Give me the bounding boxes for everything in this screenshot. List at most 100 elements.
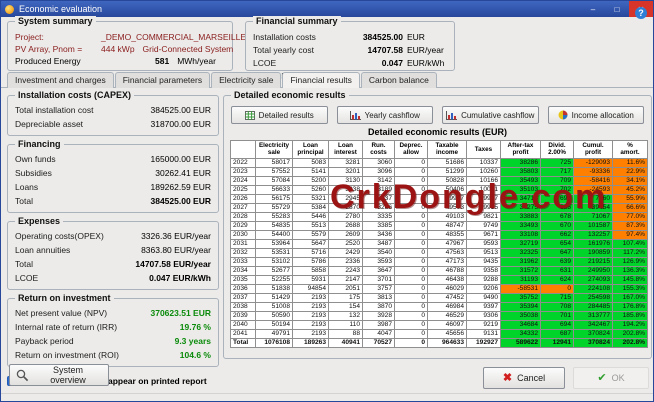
field-row-depreciable-asset: Depreciable asset318700.00 EUR: [15, 119, 211, 129]
cumulative-cashflow-button[interactable]: Cumulative cashflow: [442, 106, 539, 124]
cell: Total: [231, 338, 256, 347]
cell: 2040: [231, 320, 256, 329]
field-row-total: Total384525.00 EUR: [15, 196, 211, 206]
cell: 5321: [293, 194, 329, 203]
cell: 9513: [467, 248, 501, 257]
cell: 9206: [467, 284, 501, 293]
table-row: 2038510082193154387004698493973539470828…: [231, 302, 648, 311]
cell: 0: [395, 167, 428, 176]
detailed-results-title: Detailed economic results: [231, 90, 349, 100]
cell: 132257: [574, 230, 613, 239]
cell: 45.2%: [613, 185, 648, 194]
ok-label: OK: [612, 373, 625, 383]
field-row-loans: Loans189262.59 EUR: [15, 182, 211, 192]
cell: 2429: [329, 248, 363, 257]
cell: 34.1%: [613, 176, 648, 185]
column-header: After-taxprofit: [501, 141, 541, 159]
column-header: %amort.: [613, 141, 648, 159]
cell: 107.4%: [613, 239, 648, 248]
pie-icon: [558, 110, 568, 120]
chart-icon: [350, 111, 361, 120]
cell: 48355: [428, 230, 467, 239]
cell: 9306: [467, 311, 501, 320]
cell: 49987: [428, 194, 467, 203]
cell: 0: [395, 320, 428, 329]
field-row-total-yearly-cost: Total yearly cost14707.58EUR/year: [253, 45, 447, 55]
cell: 39454: [574, 203, 613, 212]
roi-title: Return on investment: [15, 293, 114, 303]
cell: 2609: [329, 230, 363, 239]
cumulative-cashflow-label: Cumulative cashflow: [461, 111, 534, 120]
cell: 5083: [293, 158, 329, 167]
produced-energy-label: Produced Energy: [15, 56, 147, 66]
detailed-results-group: Detailed economic results Detailed resul…: [223, 95, 652, 359]
field-row-lcoe: LCOE0.047EUR/kWh: [253, 58, 447, 68]
capex-group: Installation costs (CAPEX) Total install…: [7, 95, 219, 136]
project-row: Project: _DEMO_COMMERCIAL_MARSEILLE: [15, 32, 225, 42]
pv-array-value: 444 kWp: [101, 44, 135, 54]
column-header: Loanprincipal: [293, 141, 329, 159]
pv-array-row: PV Array, Pnom = 444 kWp Grid-Connected …: [15, 44, 225, 54]
cell: -24593: [574, 185, 613, 194]
cell: 50406: [428, 185, 467, 194]
cell: 702: [541, 185, 574, 194]
cell: 9435: [467, 257, 501, 266]
column-header: [231, 141, 256, 159]
tab-financial-results[interactable]: Financial results: [282, 72, 359, 88]
cell: 2034: [231, 266, 256, 275]
table-row: 2030544005579260934360483559671331086621…: [231, 230, 648, 239]
system-summary-group: System summary Project: _DEMO_COMMERCIAL…: [7, 21, 233, 71]
cell: 3189: [363, 185, 395, 194]
maximize-button-icon[interactable]: □: [605, 1, 629, 17]
cell: 274093: [574, 275, 613, 284]
cell: 192927: [467, 338, 501, 347]
cell: 678: [541, 212, 574, 221]
cell: 46788: [428, 266, 467, 275]
help-icon[interactable]: ?: [635, 7, 647, 19]
cancel-button[interactable]: ✖ Cancel: [483, 367, 565, 389]
detailed-results-button[interactable]: Detailed results: [231, 106, 328, 124]
cell: 51008: [256, 302, 293, 311]
cell: 34713: [501, 194, 541, 203]
cell: 46438: [428, 275, 467, 284]
system-overview-button[interactable]: System overview: [9, 364, 109, 386]
cell: 34332: [501, 329, 541, 338]
tab-financial-parameters[interactable]: Financial parameters: [115, 72, 210, 88]
cell: 4047: [363, 329, 395, 338]
cell: 136.3%: [613, 266, 648, 275]
cell: 2024: [231, 176, 256, 185]
cell: 0: [395, 338, 428, 347]
cell: 3385: [363, 221, 395, 230]
cell: 370824: [574, 329, 613, 338]
footer-divider: [1, 393, 653, 394]
cell: 34275: [501, 203, 541, 212]
cell: 46529: [428, 311, 467, 320]
financial-summary-title: Financial summary: [253, 16, 341, 26]
cell: -129093: [574, 158, 613, 167]
financing-group: Financing Own funds165000.00 EURSubsidie…: [7, 144, 219, 213]
column-header: Deprec.allow: [395, 141, 428, 159]
tab-electricity-sale[interactable]: Electricity sale: [211, 72, 281, 88]
ok-button[interactable]: ✔ OK: [573, 367, 649, 389]
tab-carbon-balance[interactable]: Carbon balance: [361, 72, 437, 88]
cell: 0: [395, 329, 428, 338]
cell: 58017: [256, 158, 293, 167]
column-header: Taxes: [467, 141, 501, 159]
cell: 0: [395, 266, 428, 275]
cell: 3436: [363, 230, 395, 239]
income-allocation-label: Income allocation: [572, 111, 634, 120]
cell: 51686: [428, 158, 467, 167]
tab-investment-and-charges[interactable]: Investment and charges: [7, 72, 114, 88]
minimize-button-icon[interactable]: –: [581, 1, 605, 17]
income-allocation-button[interactable]: Income allocation: [548, 106, 645, 124]
cell: 2029: [231, 221, 256, 230]
table-row: 2022580175083328130600516861033738286725…: [231, 158, 648, 167]
cell: 185.8%: [613, 311, 648, 320]
cell: 631: [541, 266, 574, 275]
cell: 0: [395, 194, 428, 203]
cell: 687: [541, 329, 574, 338]
cell: 0: [395, 203, 428, 212]
table-row: 2037514292193175381304745294903575271525…: [231, 293, 648, 302]
cell: 3928: [363, 311, 395, 320]
yearly-cashflow-button[interactable]: Yearly cashflow: [337, 106, 434, 124]
